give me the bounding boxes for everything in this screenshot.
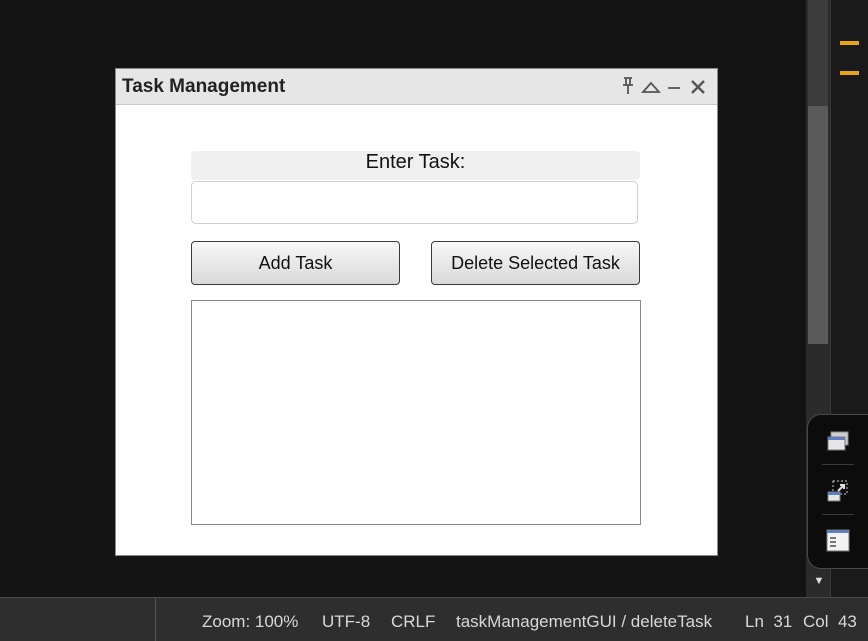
scroll-down-arrow-icon[interactable]: ▼ <box>812 574 826 588</box>
close-icon[interactable] <box>687 75 709 97</box>
window-title: Task Management <box>122 76 286 97</box>
scrollbar-track-top[interactable] <box>808 0 828 106</box>
pin-icon[interactable] <box>617 75 639 97</box>
toolbox-divider <box>822 464 854 465</box>
overview-marker[interactable] <box>840 71 859 75</box>
line-number[interactable]: Ln 31 <box>745 612 792 632</box>
delete-selected-task-button[interactable]: Delete Selected Task <box>431 241 640 285</box>
window-titlebar[interactable]: Task Management <box>116 69 717 105</box>
status-bar: Zoom: 100% UTF-8 CRLF taskManagementGUI … <box>0 597 868 641</box>
overview-marker[interactable] <box>840 41 859 45</box>
window-stack-icon[interactable] <box>824 429 852 457</box>
scrollbar-thumb[interactable] <box>808 106 828 344</box>
panel-layout-icon[interactable] <box>824 527 852 555</box>
minimize-icon[interactable] <box>663 75 685 97</box>
encoding[interactable]: UTF-8 <box>322 612 370 632</box>
status-bar-left-section <box>0 598 156 641</box>
toolbox-divider <box>822 514 854 515</box>
floating-toolbox <box>807 414 868 569</box>
zoom-level[interactable]: Zoom: 100% <box>202 612 298 632</box>
task-list[interactable] <box>191 300 641 525</box>
column-number[interactable]: Col 43 <box>803 612 857 632</box>
selection-tool-icon[interactable] <box>824 477 852 505</box>
task-input[interactable] <box>191 181 638 224</box>
maximize-icon[interactable] <box>640 75 662 97</box>
add-task-button[interactable]: Add Task <box>191 241 400 285</box>
line-ending[interactable]: CRLF <box>391 612 435 632</box>
task-management-window: Task Management Enter Task: Add Task Del… <box>115 68 718 556</box>
code-context[interactable]: taskManagementGUI / deleteTask <box>456 612 712 632</box>
enter-task-label: Enter Task: <box>191 151 640 180</box>
